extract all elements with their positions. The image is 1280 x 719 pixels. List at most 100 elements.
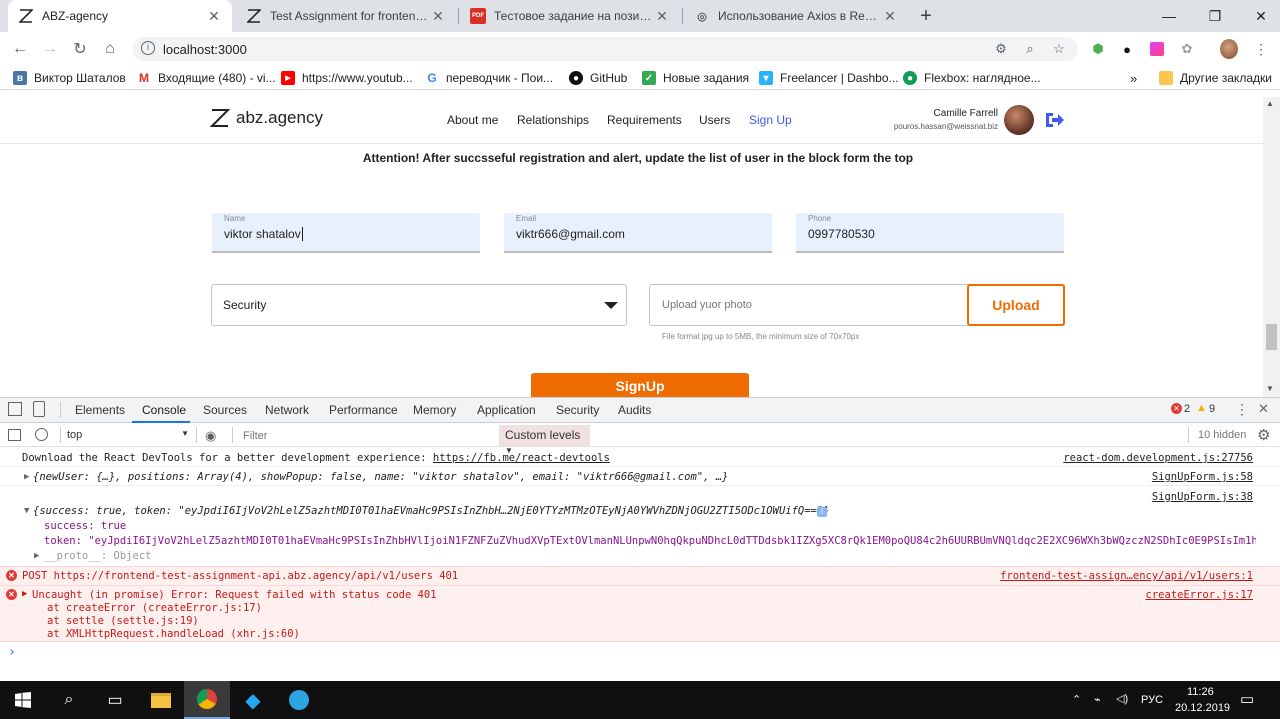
other-bookmarks[interactable]: Другие закладки bbox=[1159, 71, 1272, 85]
react-devtools-link[interactable]: https://fb.me/react-devtools bbox=[433, 452, 610, 464]
scroll-down-icon[interactable]: ▼ bbox=[1266, 384, 1274, 393]
devtools-tab-network[interactable]: Network bbox=[265, 403, 309, 417]
network-icon[interactable]: ⌁ bbox=[1094, 693, 1101, 706]
bookmark-gmail[interactable]: M Входящие (480) - vi... bbox=[137, 71, 276, 85]
tab-test-task-pdf[interactable]: PDF Тестовое задание на позицию ф ✕ bbox=[460, 0, 680, 32]
vscode-icon[interactable]: ◆ bbox=[230, 681, 276, 719]
extension-icon[interactable] bbox=[1148, 40, 1166, 58]
console-prompt[interactable]: › bbox=[8, 645, 16, 660]
source-link[interactable]: SignUpForm.js:58 bbox=[1152, 471, 1253, 483]
phone-field[interactable]: Phone 0997780530 bbox=[796, 213, 1064, 253]
profile-avatar[interactable] bbox=[1220, 39, 1238, 59]
bookmark-youtube[interactable]: ▶ https://www.youtub... bbox=[281, 71, 413, 85]
expand-triangle-icon[interactable]: ▶ bbox=[34, 551, 39, 561]
console-object[interactable]: {newUser: {…}, positions: Array(4), show… bbox=[33, 471, 728, 483]
bookmark-freelancer[interactable]: ▾ Freelancer | Dashbo... bbox=[759, 71, 899, 85]
close-devtools-icon[interactable]: ✕ bbox=[1258, 401, 1269, 417]
scrollbar-thumb[interactable] bbox=[1266, 324, 1277, 350]
tray-chevron-icon[interactable]: ⌃ bbox=[1072, 693, 1081, 706]
nav-about-me[interactable]: About me bbox=[447, 113, 498, 127]
windows-start-icon[interactable] bbox=[0, 681, 46, 719]
devtools-tab-performance[interactable]: Performance bbox=[329, 403, 398, 417]
devtools-tab-application[interactable]: Application bbox=[477, 403, 536, 417]
tab-test-assignment[interactable]: Test Assignment for frontend dev ✕ bbox=[236, 0, 456, 32]
sidebar-toggle-icon[interactable] bbox=[8, 429, 21, 441]
menu-kebab-icon[interactable]: ⋮ bbox=[1252, 40, 1270, 58]
bookmark-google[interactable]: Gпереводчик - Пои... bbox=[425, 71, 553, 85]
settings-gear-icon[interactable]: ⚙ bbox=[1257, 426, 1270, 444]
email-field[interactable]: Email viktr666@gmail.com bbox=[504, 213, 772, 253]
stack-frame[interactable]: at XMLHttpRequest.handleLoad (xhr.js:60) bbox=[47, 628, 300, 640]
expand-triangle-icon[interactable]: ▶ bbox=[22, 589, 27, 599]
position-select[interactable]: Security bbox=[211, 284, 627, 326]
extension-icon[interactable]: ✿ bbox=[1178, 40, 1196, 58]
inspect-element-icon[interactable] bbox=[8, 402, 22, 416]
translate-icon[interactable]: ⚙ bbox=[992, 40, 1010, 58]
collapse-triangle-icon[interactable]: ▼ bbox=[24, 506, 29, 516]
address-bar[interactable] bbox=[132, 37, 1078, 61]
stack-frame[interactable]: at createError (createError.js:17) bbox=[47, 602, 262, 614]
stack-frame[interactable]: at settle (settle.js:19) bbox=[47, 615, 199, 627]
minimize-icon[interactable]: — bbox=[1146, 0, 1192, 32]
error-count[interactable]: 2 bbox=[1184, 403, 1190, 415]
signup-button[interactable]: SignUp bbox=[531, 373, 749, 397]
home-icon[interactable]: ⌂ bbox=[97, 36, 123, 62]
telegram-icon[interactable] bbox=[276, 681, 322, 719]
devtools-tab-security[interactable]: Security bbox=[556, 403, 599, 417]
warning-icon[interactable]: ▲ bbox=[1196, 402, 1207, 414]
info-badge-icon[interactable]: i bbox=[817, 507, 827, 517]
console-filter-input[interactable] bbox=[235, 426, 499, 445]
name-value[interactable]: viktor shatalov bbox=[224, 227, 303, 241]
log-levels-dropdown[interactable]: Custom levels ▼ bbox=[499, 425, 590, 455]
chrome-icon[interactable] bbox=[184, 681, 230, 719]
task-view-icon[interactable]: ▭ bbox=[92, 681, 138, 719]
devtools-tab-elements[interactable]: Elements bbox=[75, 403, 125, 417]
volume-icon[interactable]: ◁) bbox=[1116, 692, 1128, 705]
devtools-tab-console[interactable]: Console bbox=[142, 403, 186, 417]
reload-icon[interactable]: ↻ bbox=[67, 36, 93, 62]
bookmark-vk[interactable]: в Виктор Шаталов bbox=[13, 71, 126, 85]
sign-out-icon[interactable] bbox=[1044, 110, 1066, 130]
source-link[interactable]: createError.js:17 bbox=[1146, 589, 1253, 601]
maximize-icon[interactable]: ❐ bbox=[1192, 0, 1238, 32]
info-icon[interactable]: i bbox=[141, 41, 155, 55]
clock-date[interactable]: 20.12.2019 bbox=[1175, 702, 1230, 714]
nav-users[interactable]: Users bbox=[699, 113, 730, 127]
nav-sign-up[interactable]: Sign Up bbox=[749, 113, 792, 127]
extension-icon[interactable]: ● bbox=[1118, 40, 1136, 58]
new-tab-button[interactable]: + bbox=[914, 4, 938, 28]
context-selector[interactable]: top ▼ bbox=[67, 429, 189, 441]
source-link[interactable]: frontend-test-assign…ency/api/v1/users:1 bbox=[1000, 570, 1253, 582]
source-link[interactable]: react-dom.development.js:27756 bbox=[1063, 452, 1253, 464]
error-icon[interactable]: ✕ bbox=[1171, 403, 1182, 414]
more-bookmarks-icon[interactable]: » bbox=[1130, 71, 1137, 86]
forward-arrow-icon[interactable]: → bbox=[37, 36, 63, 62]
bookmark-flexbox[interactable]: ● Flexbox: наглядное... bbox=[903, 71, 1041, 85]
language-indicator[interactable]: РУС bbox=[1141, 694, 1163, 706]
search-icon[interactable]: ⌕ bbox=[46, 681, 92, 719]
expand-triangle-icon[interactable]: ▶ bbox=[24, 472, 29, 482]
devtools-tab-sources[interactable]: Sources bbox=[203, 403, 247, 417]
url-text[interactable]: localhost:3000 bbox=[163, 42, 247, 57]
extension-icon[interactable]: ⬢ bbox=[1089, 40, 1107, 58]
bookmark-new-tasks[interactable]: ✓ Новые задания bbox=[642, 71, 749, 85]
source-link[interactable]: SignUpForm.js:38 bbox=[1152, 491, 1253, 503]
bookmark-star-icon[interactable]: ☆ bbox=[1050, 40, 1068, 58]
devtools-tab-memory[interactable]: Memory bbox=[413, 403, 456, 417]
bookmark-github[interactable]: ● GitHub bbox=[569, 71, 627, 85]
tab-abz-agency[interactable]: ABZ-agency ✕ bbox=[8, 0, 232, 32]
site-logo[interactable]: abz.agency bbox=[210, 108, 323, 128]
clear-console-icon[interactable] bbox=[35, 428, 48, 441]
eye-icon[interactable]: ◉ bbox=[205, 428, 216, 444]
console-object[interactable]: {success: true, token: "eyJpdiI6IjVoV2hL… bbox=[33, 505, 830, 517]
tab-axios-react[interactable]: ◎ Использование Axios в React | U ✕ bbox=[684, 0, 908, 32]
name-field[interactable]: Name viktor shatalov bbox=[212, 213, 480, 253]
scroll-up-icon[interactable]: ▲ bbox=[1266, 99, 1274, 108]
file-explorer-icon[interactable] bbox=[138, 681, 184, 719]
notifications-icon[interactable]: ▭ bbox=[1240, 690, 1254, 708]
device-toolbar-icon[interactable] bbox=[33, 401, 45, 417]
devtools-tab-audits[interactable]: Audits bbox=[618, 403, 651, 417]
upload-button[interactable]: Upload bbox=[967, 284, 1065, 326]
back-arrow-icon[interactable]: ← bbox=[7, 36, 33, 62]
nav-relationships[interactable]: Relationships bbox=[517, 113, 589, 127]
